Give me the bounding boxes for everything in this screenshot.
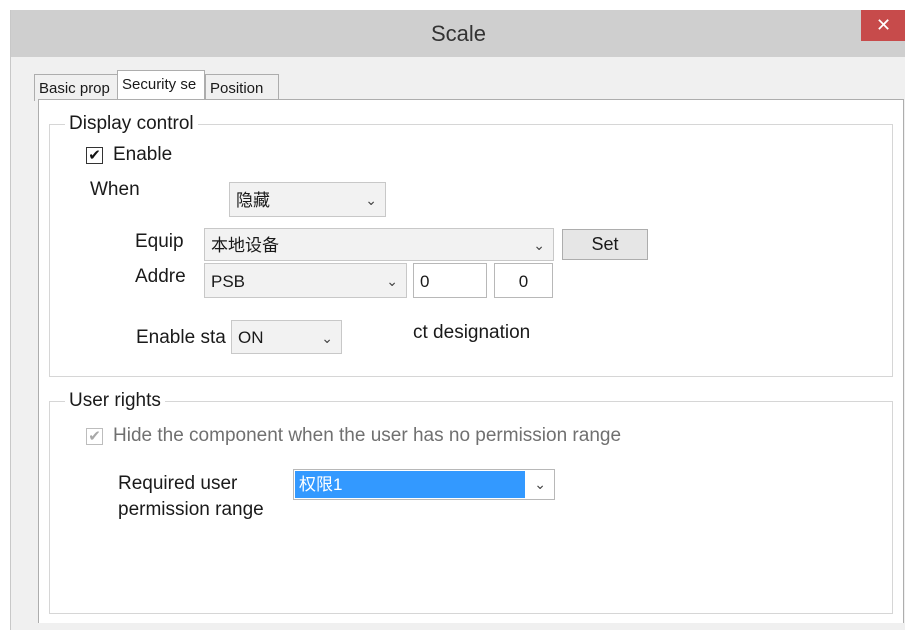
address-type-select[interactable]: PSB ⌄ bbox=[204, 263, 407, 298]
enable-state-label: Enable sta bbox=[136, 327, 226, 348]
when-label: When bbox=[90, 179, 140, 200]
chevron-down-icon: ⌄ bbox=[386, 273, 398, 289]
scale-dialog: Scale ✕ Basic prop Security se Position … bbox=[10, 10, 905, 630]
user-rights-legend: User rights bbox=[65, 390, 165, 412]
required-permission-label-line2: permission range bbox=[118, 499, 264, 520]
designation-text: ct designation bbox=[413, 322, 531, 343]
required-permission-label-line1: Required user bbox=[118, 473, 238, 494]
address-field-1[interactable]: 0 bbox=[413, 263, 487, 298]
chevron-down-icon: ⌄ bbox=[365, 192, 377, 208]
when-select-value: 隐藏 bbox=[236, 191, 270, 210]
equip-label: Equip bbox=[135, 231, 184, 252]
hide-component-label: Hide the component when the user has no … bbox=[113, 425, 622, 446]
tab-basic-properties-label: Basic prop bbox=[39, 80, 110, 97]
check-icon: ✔ bbox=[88, 147, 101, 164]
equipment-select[interactable]: 本地设备 ⌄ bbox=[204, 228, 554, 261]
window-title: Scale bbox=[430, 21, 487, 46]
address-label: Addre bbox=[135, 266, 186, 287]
permission-range-select[interactable]: 权限1 ⌄ bbox=[293, 469, 555, 500]
title-bar: Scale ✕ bbox=[11, 10, 905, 57]
tab-security-settings-label: Security se bbox=[122, 76, 197, 93]
close-icon: ✕ bbox=[875, 15, 892, 35]
close-button[interactable]: ✕ bbox=[861, 10, 905, 41]
enable-checkbox[interactable]: ✔ bbox=[86, 147, 103, 164]
set-button[interactable]: Set bbox=[562, 229, 648, 260]
set-button-label: Set bbox=[591, 234, 619, 254]
chevron-down-icon: ⌄ bbox=[533, 237, 545, 253]
hide-component-checkbox[interactable]: ✔ bbox=[86, 428, 103, 445]
permission-range-value: 权限1 bbox=[295, 471, 525, 498]
enable-state-select[interactable]: ON ⌄ bbox=[231, 320, 342, 354]
address-type-value: PSB bbox=[211, 272, 246, 291]
chevron-down-icon: ⌄ bbox=[321, 330, 333, 346]
display-control-legend: Display control bbox=[65, 113, 198, 135]
tab-position[interactable]: Position bbox=[205, 74, 279, 101]
when-select[interactable]: 隐藏 ⌄ bbox=[229, 182, 386, 217]
tab-basic-properties[interactable]: Basic prop bbox=[34, 74, 121, 101]
address-field-2[interactable]: 0 bbox=[494, 263, 553, 298]
chevron-down-icon: ⌄ bbox=[534, 476, 546, 492]
equipment-select-value: 本地设备 bbox=[211, 236, 279, 255]
tab-security-settings[interactable]: Security se bbox=[117, 70, 205, 101]
security-tab-panel: Display control ✔ Enable When 隐藏 ⌄ Equip… bbox=[38, 99, 904, 623]
tab-position-label: Position bbox=[210, 80, 264, 97]
enable-label: Enable bbox=[113, 144, 173, 165]
enable-state-value: ON bbox=[238, 328, 264, 347]
check-icon: ✔ bbox=[88, 428, 101, 445]
